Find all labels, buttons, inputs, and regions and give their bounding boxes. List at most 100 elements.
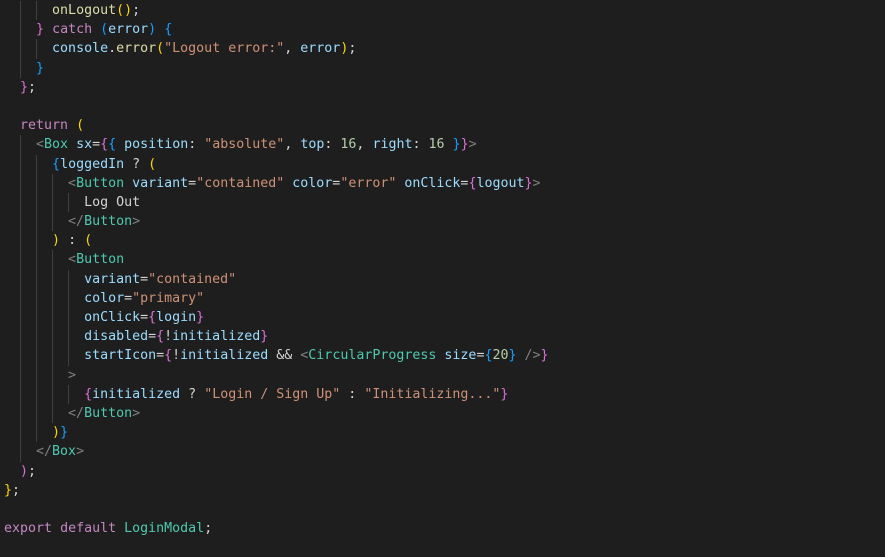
code-line-text: export default LoginModal; [4,521,212,536]
code-token: } [196,310,205,325]
code-token: ) [20,463,29,479]
indent-guides [4,481,885,500]
code-token: ? [132,156,141,172]
code-token: { [52,156,61,172]
code-token: disabled [84,329,149,345]
code-token: error [116,41,157,57]
indent-guides [4,116,885,135]
code-token: "contained" [148,271,237,287]
code-token: "Login / Sign Up" [204,386,341,402]
code-line: ); [4,462,885,481]
code-line-text: <Button variant="contained" color="error… [4,175,540,191]
code-token: = [188,175,197,191]
code-token: { [164,22,173,38]
code-line-text: console.error("Logout error:", error); [4,41,356,56]
code-line: onLogout(); [4,1,885,21]
code-line-text: <Button [4,252,124,267]
code-token: variant [132,175,189,191]
code-token: 20 [492,348,509,364]
code-token: catch [52,22,93,38]
code-token: ( [100,22,109,38]
code-token: > [468,137,477,153]
code-token: { [148,310,157,325]
indent-guides [4,78,885,97]
code-token: { [84,386,93,402]
code-line-text: }; [4,483,20,498]
code-line-text: return ( [4,118,84,133]
code-line-text: onClick={login} [4,310,204,325]
code-line: <Box sx={{ position: "absolute", top: 16… [4,135,885,155]
code-line: ) : ( [4,231,885,251]
code-line: return ( [4,116,885,135]
code-token: onClick [84,310,141,325]
code-editor[interactable]: onLogout(); } catch (error) { console.er… [0,0,885,557]
code-line: {initialized ? "Login / Sign Up" : "Init… [4,384,885,404]
code-token: ( [156,41,165,57]
code-line [4,500,885,519]
code-line-text: > [4,368,76,383]
code-token: && [276,348,293,364]
code-content[interactable]: onLogout(); } catch (error) { console.er… [0,1,885,538]
code-token: } [260,329,269,345]
code-line: > [4,365,885,385]
code-token: ? [188,386,197,402]
code-token: = [140,310,149,325]
code-token: ) [148,22,157,38]
code-line-text: <Box sx={{ position: "absolute", top: 16… [4,137,477,152]
code-token: onClick [404,175,461,191]
code-token: { [100,137,109,153]
code-line: }; [4,481,885,500]
code-line-text: ) : ( [4,233,92,248]
code-token: . [108,41,117,57]
code-token: > [132,405,141,421]
code-token: = [148,329,157,345]
indent-guides [4,97,885,116]
code-token: "absolute" [204,137,285,153]
code-token: } [4,482,13,498]
code-line: <Button variant="contained" color="error… [4,173,885,193]
code-token: Log Out [84,194,141,210]
code-token: </ [68,214,85,230]
code-token: color [292,175,333,191]
code-line-text: color="primary" [4,291,204,306]
code-token: = [156,348,165,364]
code-line: </Button> [4,403,885,424]
code-token: error [108,22,149,38]
code-token: ) [124,3,133,18]
code-lines: onLogout(); } catch (error) { console.er… [4,1,885,538]
code-line: )} [4,423,885,443]
code-token: ( [84,233,93,249]
code-line: </Button> [4,212,885,232]
indent-guides [4,423,885,443]
code-line-text: </Button> [4,406,140,421]
indent-guides [4,58,885,78]
code-token: : [68,233,77,249]
code-token: onLogout [52,3,117,18]
code-line: </Box> [4,442,885,462]
code-line [4,97,885,116]
code-token: ) [52,233,61,249]
code-line-text: Log Out [4,195,140,210]
code-token: size [444,348,477,364]
